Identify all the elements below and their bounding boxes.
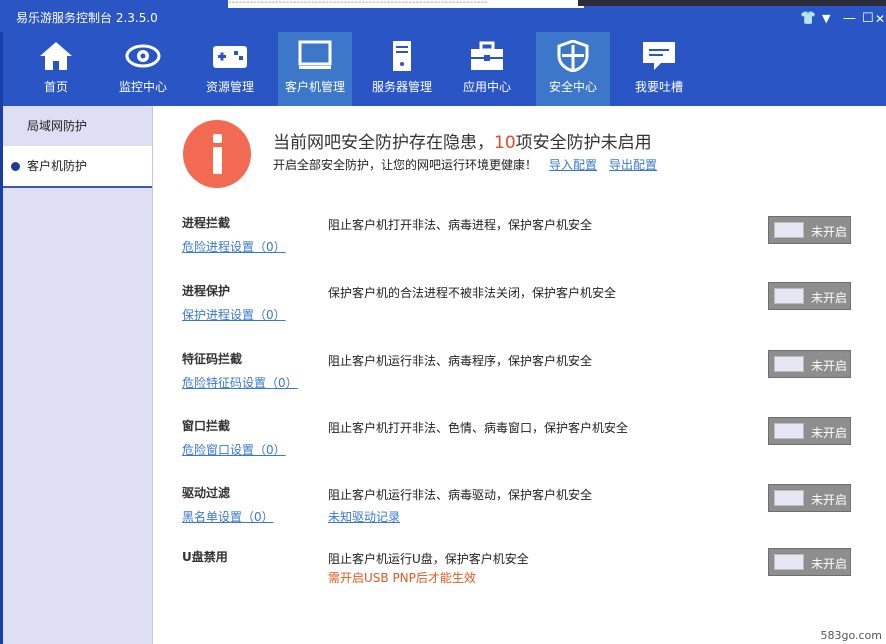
headline-suffix: 项安全防护未启用: [515, 133, 652, 153]
rule-toggle-switch[interactable]: 未开启: [768, 282, 851, 310]
rule-name: 进程拦截: [182, 216, 231, 230]
site-watermark: 583go.com: [820, 629, 882, 642]
security-headline: 当前网吧安全防护存在隐患，10项安全防护未启用: [273, 128, 652, 153]
nav-label: 我要吐槽: [634, 80, 683, 94]
nav-label: 资源管理: [205, 80, 254, 94]
rule-name: 进程保护: [182, 284, 231, 298]
rule-row-driver-filter: 驱动过滤 黑名单设置（0） 阻止客户机运行非法、病毒驱动，保护客户机安全 未知驱…: [153, 484, 886, 544]
nav-label: 监控中心: [118, 80, 167, 94]
active-dot-icon: [11, 162, 20, 171]
nav-resource-management[interactable]: 资源管理: [193, 32, 267, 106]
rule-setting-link[interactable]: 危险特征码设置（0）: [182, 374, 298, 391]
gamepad-icon: [213, 46, 247, 68]
chat-icon: [643, 42, 675, 70]
rule-name: 特征码拦截: [182, 352, 243, 366]
rule-toggle-switch[interactable]: 未开启: [768, 484, 851, 512]
sidebar: 局域网防护 客户机防护: [3, 106, 153, 644]
usb-pnp-notice: 需开启USB PNP后才能生效: [328, 571, 476, 585]
info-warning-icon: [183, 120, 251, 188]
rule-description: 阻止客户机运行非法、病毒程序，保护客户机安全: [328, 354, 593, 368]
rule-setting-link[interactable]: 危险窗口设置（0）: [182, 441, 286, 458]
rule-description: 阻止客户机运行U盘，保护客户机安全: [328, 552, 529, 566]
nav-label: 安全中心: [548, 80, 597, 94]
main-panel: 当前网吧安全防护存在隐患，10项安全防护未启用 开启全部安全防护，让您的网吧运行…: [153, 106, 886, 644]
close-button[interactable]: ✕: [875, 12, 885, 26]
rule-row-process-protect: 进程保护 保护进程设置（0） 保护客户机的合法进程不被非法关闭，保护客户机安全 …: [153, 282, 886, 342]
nav-home[interactable]: 首页: [23, 32, 89, 106]
rule-name: 窗口拦截: [182, 419, 231, 433]
minimize-button[interactable]: —: [843, 12, 856, 26]
sidebar-item-label: 局域网防护: [27, 119, 88, 133]
nav-client-management[interactable]: 客户机管理: [278, 32, 352, 106]
nav-security-center[interactable]: 安全中心: [536, 32, 610, 106]
unknown-driver-log-link[interactable]: 未知驱动记录: [328, 508, 400, 525]
toggle-label: 未开启: [811, 426, 848, 440]
subline-text: 开启全部安全防护，让您的网吧运行环境更健康！: [273, 158, 538, 172]
rule-description: 保护客户机的合法进程不被非法关闭，保护客户机安全: [328, 286, 617, 300]
rule-setting-link[interactable]: 保护进程设置（0）: [182, 306, 286, 323]
title-bar-separator: ----------------------------------------…: [228, 0, 584, 8]
nav-label: 应用中心: [462, 80, 511, 94]
rule-setting-link[interactable]: 黑名单设置（0）: [182, 508, 274, 525]
rule-name: U盘禁用: [182, 550, 228, 564]
sidebar-item-lan-protection[interactable]: 局域网防护: [3, 106, 152, 146]
rule-description: 阻止客户机打开非法、色情、病毒窗口，保护客户机安全: [328, 421, 629, 435]
rule-row-usb-disable: U盘禁用 阻止客户机运行U盘，保护客户机安全 需开启USB PNP后才能生效 未…: [153, 548, 886, 608]
rule-description: 阻止客户机打开非法、病毒进程，保护客户机安全: [328, 218, 593, 232]
nav-label: 服务器管理: [371, 80, 432, 94]
maximize-button[interactable]: ☐: [862, 12, 874, 26]
menu-dropdown-icon[interactable]: ▼: [822, 12, 830, 26]
rule-name: 驱动过滤: [182, 486, 231, 500]
skin-icon[interactable]: 👕: [800, 12, 816, 26]
rule-row-window-block: 窗口拦截 危险窗口设置（0） 阻止客户机打开非法、色情、病毒窗口，保护客户机安全…: [153, 417, 886, 477]
server-icon: [393, 41, 411, 71]
home-icon: [40, 42, 72, 70]
toggle-label: 未开启: [811, 225, 848, 239]
toggle-label: 未开启: [811, 291, 848, 305]
rule-description: 阻止客户机运行非法、病毒驱动，保护客户机安全: [328, 488, 593, 502]
disabled-count: 10: [494, 133, 516, 153]
title-bar: 易乐游服务控制台 2.3.5.0 -----------------------…: [0, 0, 886, 32]
rule-toggle-switch[interactable]: 未开启: [768, 417, 851, 445]
export-config-link[interactable]: 导出配置: [609, 158, 657, 172]
nav-label: 首页: [43, 80, 68, 94]
sidebar-item-label: 客户机防护: [27, 159, 88, 173]
shield-icon: [557, 40, 589, 72]
nav-app-center[interactable]: 应用中心: [454, 32, 520, 106]
rule-setting-link[interactable]: 危险进程设置（0）: [182, 238, 286, 255]
rule-toggle-switch[interactable]: 未开启: [768, 216, 851, 244]
nav-monitor-center[interactable]: 监控中心: [106, 32, 180, 106]
rule-toggle-switch[interactable]: 未开启: [768, 350, 851, 378]
headline-prefix: 当前网吧安全防护存在隐患，: [273, 133, 494, 153]
nav-server-management[interactable]: 服务器管理: [363, 32, 441, 106]
app-title: 易乐游服务控制台 2.3.5.0: [16, 11, 158, 25]
security-subline: 开启全部安全防护，让您的网吧运行环境更健康！ 导入配置 导出配置: [273, 156, 657, 173]
main-toolbar: 首页 监控中心 资源管理 客户机管理 服务器管理 应用中心 安全中心 我要吐槽: [3, 32, 886, 106]
background-strip: [578, 0, 886, 6]
rule-toggle-switch[interactable]: 未开启: [768, 548, 851, 576]
toggle-label: 未开启: [811, 557, 848, 571]
eye-icon: [125, 44, 161, 68]
sidebar-item-client-protection[interactable]: 客户机防护: [3, 146, 152, 188]
monitor-icon: [298, 40, 332, 69]
import-config-link[interactable]: 导入配置: [549, 158, 597, 172]
toolbox-icon: [471, 41, 503, 70]
rule-row-signature-block: 特征码拦截 危险特征码设置（0） 阻止客户机运行非法、病毒程序，保护客户机安全 …: [153, 350, 886, 410]
rule-row-process-block: 进程拦截 危险进程设置（0） 阻止客户机打开非法、病毒进程，保护客户机安全 未开…: [153, 214, 886, 274]
toggle-label: 未开启: [811, 493, 848, 507]
nav-label: 客户机管理: [284, 80, 345, 94]
nav-feedback[interactable]: 我要吐槽: [623, 32, 695, 106]
toggle-label: 未开启: [811, 359, 848, 373]
